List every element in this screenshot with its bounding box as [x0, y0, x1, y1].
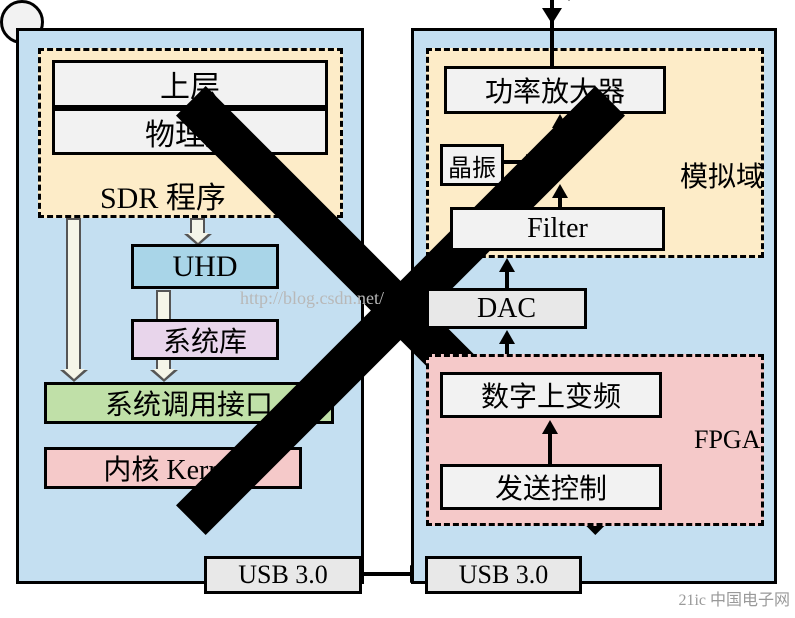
fpga-label: FPGA	[694, 425, 760, 455]
usb-right-box: USB 3.0	[425, 556, 582, 594]
analog-domain-label: 模拟域	[680, 155, 764, 195]
watermark-logo: 21ic 中国电子网	[678, 586, 790, 610]
watermark-text: http://blog.csdn.net/	[240, 288, 384, 309]
filter-box: Filter	[450, 207, 665, 251]
dac-box: DAC	[426, 288, 587, 329]
sdr-architecture-diagram: 上层 物理层 SDR 程序 UHD 系统库 系统调用接口 内核 Kernel U…	[0, 0, 795, 615]
tx-control-box: 发送控制	[440, 464, 662, 510]
mixer-icon	[0, 0, 44, 44]
digital-upconverter-box: 数字上变频	[440, 372, 662, 418]
